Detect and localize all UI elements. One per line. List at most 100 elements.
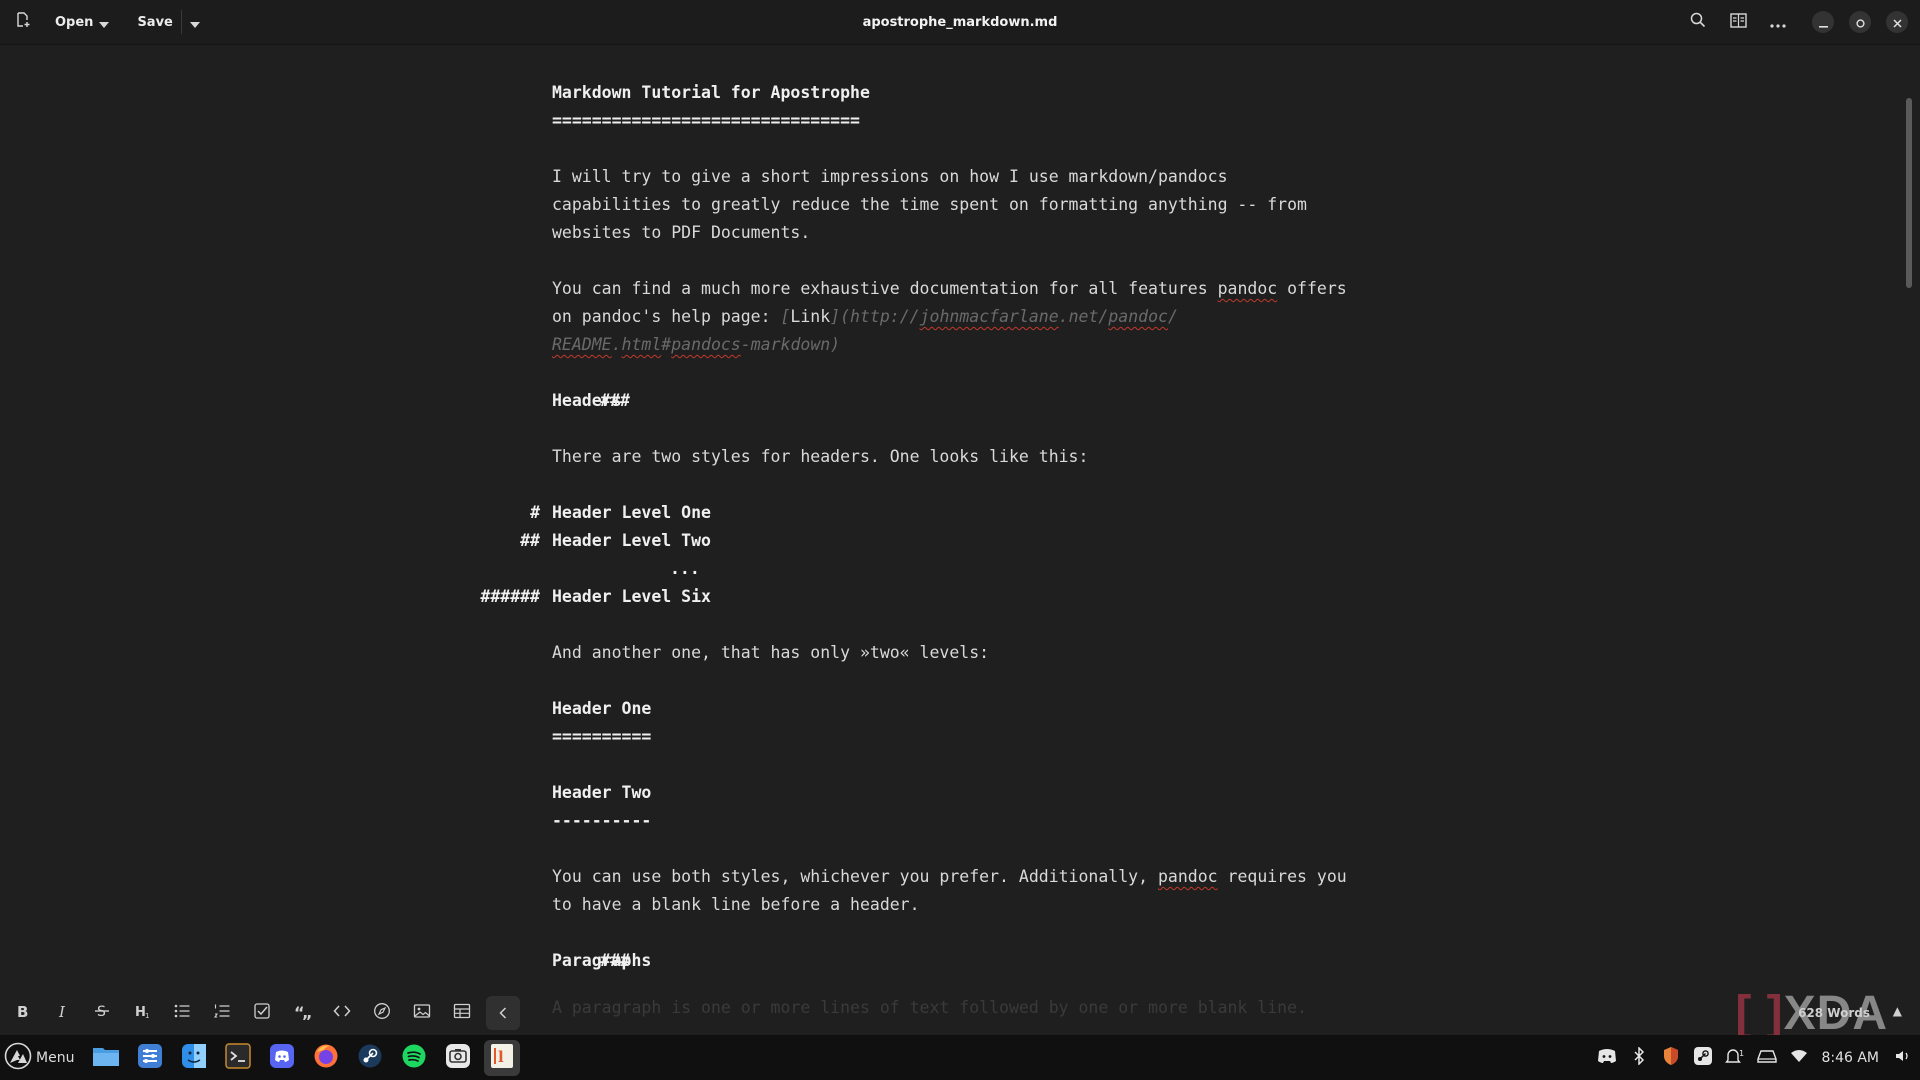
code-icon [333,1002,351,1024]
tray-bluetooth[interactable] [1628,1045,1650,1069]
terminal-icon [225,1042,252,1073]
paragraph-line: I will try to give a short impressions o… [552,167,1228,186]
text-span: You can use both styles, whichever you p… [552,867,1158,886]
paragraph-line: There are two styles for headers. One lo… [552,447,1089,466]
tray-steam[interactable] [1692,1046,1714,1069]
svg-text:1: 1 [1739,1049,1744,1058]
tray-drive[interactable] [1756,1047,1778,1069]
chevron-left-icon [499,1004,507,1023]
collapse-toolbar-button[interactable] [486,996,520,1030]
taskbar-app-files[interactable] [88,1040,124,1076]
spellcheck-word: pandoc [1157,867,1218,886]
code-button[interactable] [322,994,362,1032]
close-button[interactable] [1886,11,1908,33]
tray-security[interactable] [1660,1046,1682,1069]
link-url: . [611,335,622,354]
heading-icon: H1 [133,1002,151,1024]
bold-icon: B [13,1002,31,1024]
chevron-up-icon[interactable]: ▲ [1893,1004,1902,1018]
ellipsis: ... [670,559,700,578]
volume-icon [1895,1048,1911,1067]
taskbar-app-firefox[interactable] [308,1040,344,1076]
heading-level-two: Header Level Two [552,531,711,550]
maximize-button[interactable] [1849,11,1871,33]
notification-bell-icon: 1 [1725,1047,1745,1069]
checklist-button[interactable] [242,994,282,1032]
heading-marker: ## [520,531,540,550]
clock[interactable]: 8:46 AM [1821,1050,1879,1066]
tray-wifi[interactable] [1788,1047,1810,1069]
word-count[interactable]: 628 Words [1798,1006,1870,1020]
scrollbar[interactable] [1906,98,1912,288]
open-button[interactable]: Open [55,13,110,32]
tray-discord[interactable] [1596,1047,1618,1069]
setext-header-two: Header Two [552,783,652,802]
minimize-button[interactable] [1812,11,1834,33]
italic-icon: I [53,1002,71,1024]
taskbar-app-apostrophe[interactable]: l [484,1039,521,1076]
system-tray: 1 8:46 AM [1591,1035,1920,1080]
svg-text:l: l [498,1048,504,1066]
link-url-word: README [552,335,612,354]
markdown-editor[interactable]: Markdown Tutorial for Apostrophe =======… [0,46,1920,994]
tray-notifications[interactable]: 1 [1724,1047,1746,1069]
preview-icon [1729,12,1747,32]
maximize-icon [1855,13,1865,32]
quote-button[interactable]: “„ [282,994,322,1032]
taskbar-app-finder[interactable] [176,1040,212,1076]
chevron-down-icon [189,13,200,32]
link-button[interactable] [362,994,402,1032]
close-icon [1892,13,1902,32]
svg-text:„: „ [302,1003,311,1020]
xda-logo-bracket: [ ] [1735,987,1784,1040]
image-icon [413,1002,431,1024]
new-document-button[interactable] [9,8,37,36]
setext-underline: ---------- [552,811,652,830]
heading-button[interactable]: H1 [122,994,162,1032]
text-span: requires you [1217,867,1347,886]
bullet-list-button[interactable] [162,994,202,1032]
menu-button[interactable]: Menu [0,1035,84,1080]
taskbar-app-terminal[interactable] [220,1040,256,1076]
strikethrough-button[interactable]: S [82,994,122,1032]
table-icon [453,1002,471,1024]
search-button[interactable] [1684,8,1712,36]
taskbar-app-discord[interactable] [264,1040,300,1076]
compass-icon [373,1002,391,1024]
tray-volume[interactable] [1892,1047,1914,1069]
svg-text:S: S [97,1004,106,1020]
document-title: Markdown Tutorial for Apostrophe [552,83,870,102]
new-document-icon [15,12,31,32]
taskbar-app-spotify[interactable] [396,1040,432,1076]
table-button[interactable] [442,994,482,1032]
link-url: -markdown) [740,335,841,354]
camera-icon [445,1043,471,1073]
link-url-word: johnmacfarlane [919,307,1059,326]
paragraph-line: You can use both styles, whichever you p… [552,863,1347,891]
bluetooth-icon [1633,1045,1645,1069]
taskbar-app-settings[interactable] [132,1040,168,1076]
save-button[interactable]: Save [137,15,172,30]
heading-headers: Headers [552,391,622,410]
italic-button[interactable]: I [42,994,82,1032]
preview-button[interactable] [1724,8,1752,36]
open-label: Open [55,14,94,30]
more-options-button[interactable] [1764,8,1792,36]
link-text[interactable]: Link [790,307,830,326]
save-options-button[interactable] [180,10,200,34]
numbered-list-button[interactable] [202,994,242,1032]
window-title: apostrophe_markdown.md [862,15,1058,30]
heading-level-six: Header Level Six [552,587,711,606]
taskbar-app-steam[interactable] [352,1040,388,1076]
title-underline: =============================== [552,111,860,130]
save-label: Save [137,14,173,30]
taskbar-app-screenshot[interactable] [440,1040,476,1076]
link-url-word: pandocs [671,335,741,354]
image-button[interactable] [402,994,442,1032]
bold-button[interactable]: B [2,994,42,1032]
spellcheck-word: pandoc [1217,279,1278,298]
setext-underline: ========== [552,727,652,746]
text-span: offers [1277,279,1347,298]
minimize-icon [1818,13,1828,32]
paragraph-line: capabilities to greatly reduce the time … [552,195,1307,214]
